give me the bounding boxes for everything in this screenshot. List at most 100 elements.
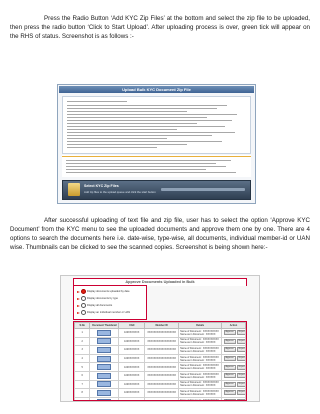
paragraph-1-text: Press the Radio Button ‘Add KYC Zip File…	[10, 15, 310, 40]
document-thumbnail-icon[interactable]	[97, 355, 112, 362]
row-thumbnail[interactable]	[89, 388, 120, 398]
row-thumbnail[interactable]	[89, 345, 120, 355]
approve-button[interactable]: Approve	[223, 373, 236, 379]
row-uan: 100XXXXXXX	[118, 362, 146, 372]
row-uan: 100XXXXXXX	[118, 353, 146, 364]
document-thumbnail-icon[interactable]	[97, 346, 112, 353]
approve-button[interactable]: Approve	[223, 338, 236, 344]
row-sno: 1	[74, 328, 91, 338]
upload-widget[interactable]: Select KYC Zip Files Add zip files to th…	[62, 180, 251, 200]
row-sno: 5	[74, 362, 91, 372]
option-label: Display documents uploaded by date	[87, 290, 130, 294]
reject-button[interactable]: Reject	[236, 356, 245, 362]
approve-button[interactable]: Approve	[223, 399, 236, 400]
row-thumbnail[interactable]	[89, 396, 120, 400]
approve-button[interactable]: Approve	[223, 356, 236, 362]
approve-button[interactable]: Approve	[223, 390, 236, 396]
row-thumbnail[interactable]	[89, 362, 120, 372]
document-thumbnail-icon[interactable]	[97, 398, 112, 400]
arrow-right-icon	[77, 297, 80, 300]
row-uan: 100XXXXXXX	[118, 370, 146, 381]
approve-button[interactable]: Approve	[223, 347, 236, 353]
instruction-line	[67, 129, 177, 130]
table-row: 3 100XXXXXXX XXXXXXXXXXXXXXXXXX Name of Doc…	[74, 345, 246, 355]
arrow-right-icon	[77, 311, 80, 314]
reject-button[interactable]: Reject	[236, 390, 245, 396]
upload-screenshot: Upload Bulk KYC Document Zip File Select…	[57, 84, 256, 204]
row-sno: 6	[74, 370, 91, 381]
row-actions: ApproveReject	[221, 370, 246, 381]
reject-button[interactable]: Reject	[236, 330, 245, 336]
arrow-right-icon	[77, 290, 80, 293]
document-thumbnail-icon[interactable]	[97, 338, 112, 345]
radio-button[interactable]	[81, 310, 86, 315]
document-thumbnail-icon[interactable]	[97, 381, 112, 388]
row-details: Name of Document : XXXXXXXXXXName as in …	[178, 353, 223, 364]
radio-button[interactable]	[81, 303, 86, 308]
upload-screenshot-title: Upload Bulk KYC Document Zip File	[59, 86, 254, 93]
table-row: 8 100XXXXXXX XXXXXXXXXXXXXXXXXX Name of Doc…	[74, 388, 246, 398]
instruction-line	[67, 111, 187, 112]
approve-button[interactable]: Approve	[223, 364, 236, 370]
row-uan: 100XXXXXXX	[118, 328, 146, 338]
document-thumbnail-icon[interactable]	[97, 389, 112, 396]
upload-widget-title: Select KYC Zip Files	[84, 184, 119, 188]
table-row: 1 100XXXXXXX XXXXXXXXXXXXXXXXXX Name of Doc…	[74, 328, 246, 338]
paragraph-2-text: After successful uploading of text file …	[10, 217, 310, 251]
row-actions: ApproveReject	[221, 396, 246, 400]
row-uan: 100XXXXXXX	[118, 396, 146, 400]
row-member-id: XXXXXXXXXXXXXXXXXX	[144, 388, 180, 398]
row-sno: 7	[74, 379, 91, 390]
upload-widget-subtitle: Add zip files to the upload queue and cl…	[84, 190, 156, 194]
row-actions: ApproveReject	[221, 379, 246, 390]
row-sno: 3	[74, 345, 91, 355]
instructions-panel	[62, 96, 251, 154]
reject-button[interactable]: Reject	[236, 338, 245, 344]
instruction-line	[67, 114, 237, 115]
divider	[62, 156, 251, 157]
option-date[interactable]: Display documents uploaded by date	[77, 289, 130, 294]
document-thumbnail-icon[interactable]	[97, 329, 112, 336]
row-actions: ApproveReject	[221, 336, 246, 347]
row-thumbnail[interactable]	[89, 379, 120, 390]
reject-button[interactable]: Reject	[236, 373, 245, 379]
row-details: Name of Document : XXXXXXXXXXName as in …	[178, 328, 223, 338]
option-all[interactable]: Display all documents	[77, 303, 112, 308]
row-details: Name of Document : XXXXXXXXXXName as in …	[178, 336, 223, 347]
option-type[interactable]: Display documents by type	[77, 296, 118, 301]
row-thumbnail[interactable]	[89, 336, 120, 347]
instruction-line	[67, 126, 225, 127]
reject-button[interactable]: Reject	[236, 399, 245, 400]
row-sno: 9	[74, 396, 91, 400]
row-details: Name of Document : XXXXXXXXXXName as in …	[178, 396, 223, 400]
row-member-id: XXXXXXXXXXXXXXXXXX	[144, 353, 180, 364]
table-row: 7 100XXXXXXX XXXXXXXXXXXXXXXXXX Name of Doc…	[74, 379, 246, 390]
instruction-line	[67, 120, 232, 121]
document-thumbnail-icon[interactable]	[97, 364, 112, 371]
reject-button[interactable]: Reject	[236, 364, 245, 370]
row-thumbnail[interactable]	[89, 370, 120, 381]
document-thumbnail-icon[interactable]	[97, 372, 112, 379]
row-thumbnail[interactable]	[89, 353, 120, 364]
approve-button[interactable]: Approve	[223, 381, 236, 387]
row-details: Name of Document : XXXXXXXXXXName as in …	[178, 362, 223, 372]
instruction-line	[67, 117, 207, 118]
row-actions: ApproveReject	[221, 345, 246, 355]
row-member-id: XXXXXXXXXXXXXXXXXX	[144, 328, 180, 338]
option-individual[interactable]: Display an individual member or UAN	[77, 310, 130, 315]
table-row: 2 100XXXXXXX XXXXXXXXXXXXXXXXXX Name of Doc…	[74, 336, 246, 347]
approve-button[interactable]: Approve	[223, 330, 236, 336]
instruction-paragraph-1: Press the Radio Button ‘Add KYC Zip File…	[10, 14, 310, 41]
rules-panel	[62, 155, 251, 177]
row-uan: 100XXXXXXX	[118, 388, 146, 398]
reject-button[interactable]: Reject	[236, 347, 245, 353]
instruction-line	[67, 108, 217, 109]
reject-button[interactable]: Reject	[236, 381, 245, 387]
row-thumbnail[interactable]	[89, 328, 120, 338]
rule-line	[66, 172, 236, 173]
radio-button[interactable]	[81, 296, 86, 301]
detail-line: Name as in Document : XXXXXX	[180, 367, 216, 371]
radio-button[interactable]	[81, 289, 86, 294]
row-member-id: XXXXXXXXXXXXXXXXXX	[144, 396, 180, 400]
instruction-line	[67, 123, 197, 124]
